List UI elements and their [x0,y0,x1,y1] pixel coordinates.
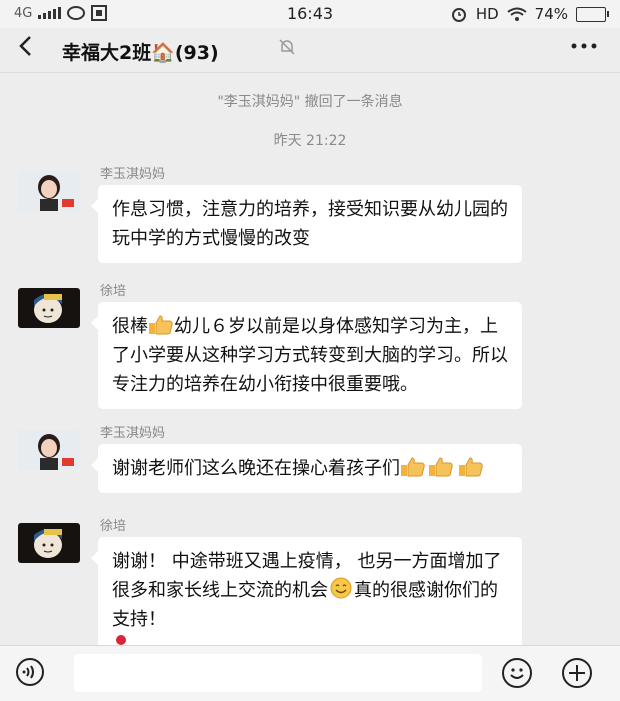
message-text: 谢谢老师们这么晚还在操心着孩子们 [112,458,400,479]
input-bar [0,645,620,701]
message-item: 李玉淇妈妈 谢谢老师们这么晚还在操心着孩子们 [18,426,578,510]
chat-header: 幸福大2班🏠(93) [0,28,620,73]
message-item: 徐培 很棒 幼儿６岁以前是以身体感知学习为主，上了小学要从这种学习方式转变到大脑的… [18,284,578,418]
hd-label: HD [475,5,499,23]
avatar[interactable] [18,288,80,328]
back-icon[interactable] [18,34,32,65]
status-bar: 4G 16:43 HD 74% [0,0,620,28]
avatar[interactable] [18,523,80,563]
timestamp: 昨天 21:22 [273,133,347,149]
emoji-icon[interactable] [502,658,532,688]
smile-emoji-icon [330,577,352,599]
plus-icon[interactable] [562,658,592,688]
thumbs-up-icon [401,457,425,477]
sender-name: 徐培 [100,519,127,534]
sender-name: 徐培 [100,284,127,299]
status-right: HD 74% [450,5,609,23]
thumbs-up-icon [429,457,453,477]
message-bubble[interactable]: 谢谢老师们这么晚还在操心着孩子们 [91,444,522,493]
thumbs-up-icon [459,457,483,477]
alarm-icon [451,8,466,22]
avatar[interactable] [18,430,80,470]
more-icon[interactable] [570,34,598,64]
message-text-start: 很棒 [112,316,148,337]
message-bubble[interactable]: 很棒 幼儿６岁以前是以身体感知学习为主，上了小学要从这种学习方式转变到大脑的学习。… [91,302,522,409]
thumbs-up-icon [149,315,173,335]
message-input[interactable] [74,654,482,692]
wifi-icon [507,7,527,21]
battery-icon [576,6,609,22]
chat-title: 幸福大2班🏠(93) [62,42,219,64]
chat-area[interactable]: "李玉淇妈妈" 撤回了一条消息 昨天 21:22 李玉淇妈妈 作息习惯，注意力的… [0,73,620,675]
message-item: 李玉淇妈妈 作息习惯，注意力的培养，接受知识要从幼儿园的玩中学的方式慢慢的改变 [18,167,578,271]
voice-icon[interactable] [16,658,44,686]
battery-percent: 74% [534,5,568,23]
message-text: 作息习惯，注意力的培养，接受知识要从幼儿园的玩中学的方式慢慢的改变 [112,199,508,249]
sender-name: 李玉淇妈妈 [100,426,166,441]
mute-icon [279,39,295,55]
message-item: 徐培 谢谢！ 中途带班又遇上疫情， 也另一方面增加了很多和家长线上交流的机会 真的… [18,519,578,675]
message-bubble[interactable]: 作息习惯，注意力的培养，接受知识要从幼儿园的玩中学的方式慢慢的改变 [91,185,522,263]
avatar[interactable] [18,171,80,211]
recall-notice: "李玉淇妈妈" 撤回了一条消息 [217,94,403,110]
sender-name: 李玉淇妈妈 [100,167,166,182]
